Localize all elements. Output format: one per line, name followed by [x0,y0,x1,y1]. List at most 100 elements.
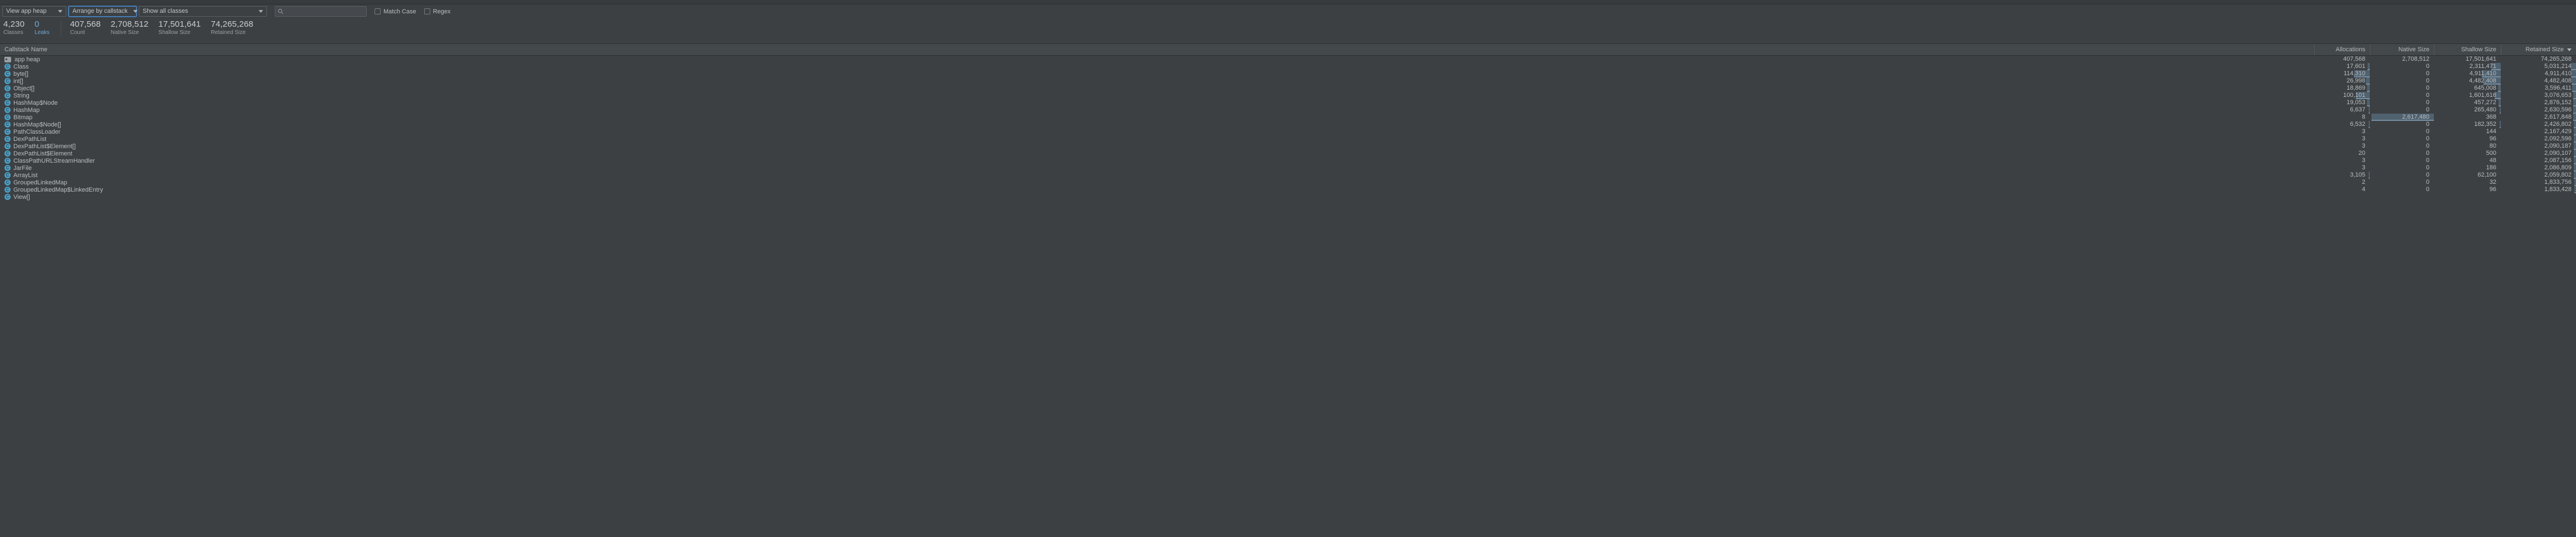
cell-callstack-name: app heap [0,56,2314,63]
class-icon [4,172,11,178]
arrange-select[interactable]: Arrange by callstack [69,6,138,17]
column-header-allocations[interactable]: Allocations [2314,44,2370,55]
classes-select[interactable]: Show all classes [139,6,267,17]
table-row[interactable]: ClassPathURLStreamHandler 3 0 48 2,087,156 [0,157,2576,164]
cell-allocations: 3 [2314,143,2370,150]
column-header-native-size[interactable]: Native Size [2370,44,2434,55]
cell-value: 2,630,596 [2544,106,2572,113]
cell-value: 265,480 [2474,106,2496,113]
column-header-label: Callstack Name [4,46,48,53]
checkbox-box[interactable] [375,8,381,14]
cell-allocations: 8 [2314,114,2370,121]
cell-value: 0 [2426,99,2429,106]
cell-value: 2,311,471 [2469,63,2496,70]
stat-value: 17,501,641 [158,19,201,29]
table-row[interactable]: Object[] 18,869 0 645,008 3,596,411 [0,85,2576,92]
cell-callstack-name: HashMap$Node [0,100,2314,106]
class-icon [4,194,11,200]
regex-checkbox[interactable]: Regex [424,8,451,15]
value-bar [2574,172,2576,179]
table-row[interactable]: GroupedLinkedMap 2 0 32 1,833,756 [0,179,2576,186]
cell-callstack-name: String [0,92,2314,99]
stat-caption: Count [70,30,85,36]
column-header-retained-size[interactable]: Retained Size [2501,44,2576,55]
class-icon [4,100,11,106]
cell-allocations: 3,105 [2314,172,2370,179]
row-label: Object[] [13,85,35,92]
table-row[interactable]: int[] 26,998 0 4,482,408 4,482,408 [0,77,2576,85]
stat-shallow-size: 17,501,641 Shallow Size [158,20,201,36]
cell-value: 182,352 [2474,121,2496,128]
row-label: byte[] [13,70,28,77]
cell-value: 500 [2486,150,2496,157]
cell-native: 0 [2370,106,2434,114]
cell-native: 2,617,480 [2370,114,2434,121]
cell-retained: 3,076,653 [2501,92,2576,99]
table-row[interactable]: JarFile 3 0 186 2,086,809 [0,164,2576,172]
cell-shallow: 186 [2434,164,2501,172]
table-row[interactable]: DexPathList$Element 20 0 500 2,090,107 [0,150,2576,157]
cell-retained: 2,617,848 [2501,114,2576,121]
cell-native: 0 [2370,172,2434,179]
table-row[interactable]: View[] [0,193,2576,201]
row-label: HashMap [13,106,40,114]
cell-value: 2,086,809 [2544,164,2572,171]
table-row[interactable]: ArrayList 3,105 0 62,100 2,059,802 [0,172,2576,179]
class-icon [4,165,11,171]
regex-label: Regex [432,8,451,15]
table-row[interactable]: HashMap$Node 19,053 0 457,272 2,876,152 [0,99,2576,106]
cell-native: 0 [2370,77,2434,85]
cell-allocations: 3 [2314,157,2370,164]
cell-value: 3,596,411 [2544,85,2572,91]
class-icon [4,92,11,99]
cell-value: 80 [2489,143,2496,149]
value-bar [2574,143,2576,150]
row-label: String [13,92,30,99]
table-row[interactable]: DexPathList 3 0 96 2,092,596 [0,135,2576,143]
cell-value: 100,101 [2343,92,2365,99]
table-row[interactable]: Bitmap 8 2,617,480 368 2,617,848 [0,114,2576,121]
cell-value: 1,601,616 [2469,92,2496,99]
cell-value: 4,911,410 [2544,70,2572,77]
cell-value: 96 [2489,135,2496,142]
cell-value: 20 [2358,150,2365,157]
cell-native: 0 [2370,143,2434,150]
column-header-label: Native Size [2398,46,2429,53]
cell-value: 186 [2486,164,2496,171]
table-row[interactable]: HashMap$Node[] 6,532 0 182,352 2,426,802 [0,121,2576,128]
table-row[interactable]: PathClassLoader 3 0 144 2,167,429 [0,128,2576,135]
column-header-label: Retained Size [2525,46,2564,53]
cell-value: 0 [2426,77,2429,84]
search-input[interactable] [286,8,365,15]
column-header-callstack-name[interactable]: Callstack Name [0,44,2314,55]
cell-retained: 1,833,756 [2501,179,2576,186]
cell-shallow [2434,193,2501,201]
column-header-label: Allocations [2335,46,2365,53]
table-row[interactable]: DexPathList$Element[] 3 0 80 2,090,187 [0,143,2576,150]
cell-value: 62,100 [2477,172,2496,178]
search-box[interactable] [275,6,367,17]
cell-value: 3 [2361,135,2365,142]
checkbox-box[interactable] [424,8,430,14]
value-bar [2572,77,2576,85]
table-row[interactable]: app heap 407,568 2,708,512 17,501,641 74,265… [0,56,2576,63]
stat-caption: Native Size [110,30,139,36]
cell-retained: 2,090,107 [2501,150,2576,157]
cell-value: 17,601 [2346,63,2365,70]
value-bar [2572,85,2576,92]
table-row[interactable]: Class 17,601 0 2,311,471 5,031,214 [0,63,2576,70]
cell-value: 0 [2426,92,2429,99]
class-icon [4,136,11,142]
table-row[interactable]: HashMap 6,637 0 265,480 2,630,596 [0,106,2576,114]
cell-value: 407,568 [2343,56,2365,62]
match-case-checkbox[interactable]: Match Case [375,8,416,15]
table-row[interactable]: String 100,101 0 1,601,616 3,076,653 [0,92,2576,99]
cell-callstack-name: HashMap$Node[] [0,121,2314,128]
match-case-label: Match Case [383,8,416,15]
table-row[interactable]: GroupedLinkedMap$LinkedEntry 4 0 96 1,833,42… [0,186,2576,193]
table-body: app heap 407,568 2,708,512 17,501,641 74,265… [0,56,2576,537]
table-row[interactable]: byte[] 114,310 0 4,911,410 4,911,410 [0,70,2576,77]
heap-select[interactable]: View app heap [2,6,66,17]
column-header-shallow-size[interactable]: Shallow Size [2434,44,2501,55]
cell-shallow: 17,501,641 [2434,56,2501,63]
